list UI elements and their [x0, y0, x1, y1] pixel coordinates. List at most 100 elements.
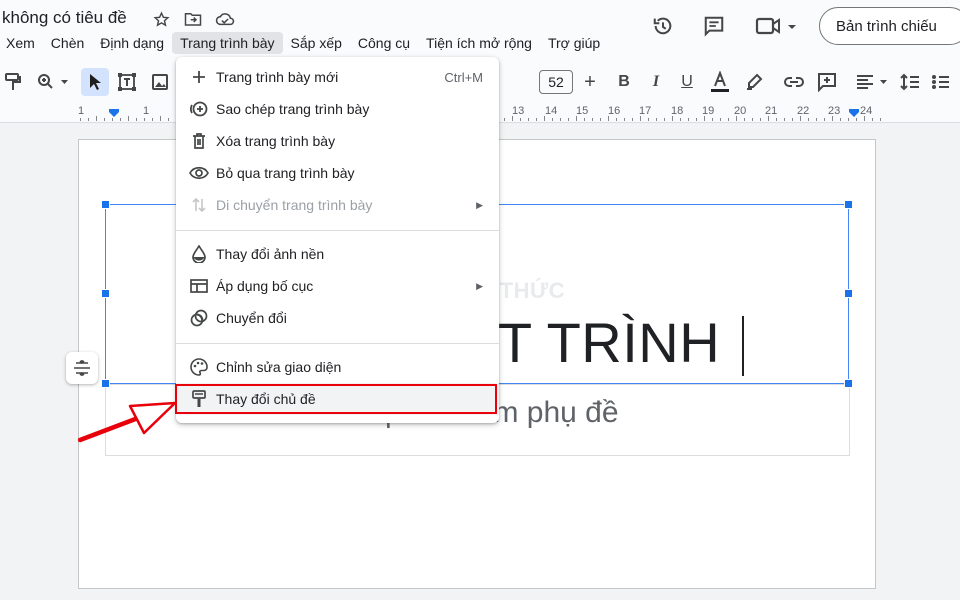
ruler-tick: [728, 118, 729, 121]
font-size-input[interactable]: 52: [539, 70, 573, 94]
ruler-label: 16: [608, 105, 621, 117]
ruler-tick: [816, 118, 817, 121]
ruler-tick: [528, 118, 529, 121]
ruler-tick: [592, 118, 593, 121]
text-box-icon[interactable]: [114, 68, 140, 96]
document-title[interactable]: không có tiêu đề: [2, 8, 127, 28]
menu-view[interactable]: Xem: [0, 32, 43, 54]
ruler-tick: [840, 118, 841, 121]
resize-handle[interactable]: [101, 200, 110, 209]
italic-icon[interactable]: I: [644, 68, 668, 96]
insert-image-icon[interactable]: [148, 68, 172, 96]
eye-icon: [189, 163, 209, 183]
paint-format-icon[interactable]: [2, 68, 24, 96]
ruler-tick: [576, 116, 577, 121]
menu-item-transition[interactable]: Chuyển đổi: [176, 302, 499, 334]
ruler-tick: [96, 116, 97, 121]
move-to-folder-icon[interactable]: [183, 9, 203, 29]
cloud-saved-icon: [215, 9, 235, 29]
menu-item-duplicate-slide[interactable]: Sao chép trang trình bày: [176, 93, 499, 125]
ruler-tick: [616, 118, 617, 121]
menu-item-apply-layout[interactable]: Áp dụng bố cục ▶: [176, 270, 499, 302]
menu-item-label: Sao chép trang trình bày: [216, 101, 370, 117]
move-arrows-icon: [189, 195, 209, 215]
zoom-icon[interactable]: [34, 68, 72, 96]
ruler-tick: [664, 118, 665, 121]
ruler-tick: [560, 118, 561, 121]
insert-link-icon[interactable]: [782, 68, 806, 96]
ruler-tick: [632, 118, 633, 121]
menubar: Xem Chèn Định dạng Trang trình bày Sắp x…: [0, 32, 608, 54]
ruler-tick: [128, 116, 129, 121]
ruler-tick: [680, 118, 681, 121]
ruler-tick: [688, 118, 689, 121]
select-pointer-icon[interactable]: [81, 68, 109, 96]
ruler-tick: [760, 118, 761, 121]
bold-icon[interactable]: B: [612, 68, 636, 96]
resize-handle[interactable]: [844, 379, 853, 388]
menu-item-label: Trang trình bày mới: [216, 69, 339, 85]
ruler-tick: [624, 118, 625, 121]
submenu-arrow-icon: ▶: [476, 280, 483, 291]
submenu-arrow-icon: ▶: [476, 199, 483, 210]
text-color-icon[interactable]: [708, 68, 732, 96]
ruler-tick: [88, 118, 89, 121]
resize-handle[interactable]: [844, 200, 853, 209]
ruler-tick: [672, 116, 673, 121]
underline-icon[interactable]: U: [675, 68, 699, 96]
menu-item-delete-slide[interactable]: Xóa trang trình bày: [176, 125, 499, 157]
menu-tools[interactable]: Công cụ: [350, 32, 418, 54]
ruler-tick: [136, 118, 137, 121]
menu-item-change-background[interactable]: Thay đổi ảnh nền: [176, 238, 499, 270]
menu-item-label: Xóa trang trình bày: [216, 133, 336, 149]
slideshow-button[interactable]: Bản trình chiếu: [819, 7, 960, 45]
menu-item-label: Thay đổi ảnh nền: [216, 246, 325, 262]
plus-icon: [189, 67, 209, 87]
ruler-tick: [640, 116, 641, 121]
menu-item-skip-slide[interactable]: Bỏ qua trang trình bày: [176, 157, 499, 189]
menu-item-shortcut: Ctrl+M: [444, 69, 483, 85]
menu-format[interactable]: Định dạng: [92, 32, 172, 54]
ruler-tick: [704, 116, 705, 121]
menu-slide[interactable]: Trang trình bày: [172, 32, 283, 54]
right-indent-marker-icon[interactable]: [848, 108, 860, 120]
highlight-color-icon[interactable]: [742, 68, 766, 96]
ruler-tick: [104, 118, 105, 121]
resize-handle[interactable]: [844, 289, 853, 298]
palette-icon: [189, 357, 209, 377]
ruler-tick: [736, 116, 737, 121]
menu-item-move-slide[interactable]: Di chuyển trang trình bày ▶: [176, 189, 499, 221]
meet-camera-icon[interactable]: [752, 10, 800, 42]
align-icon[interactable]: [852, 68, 892, 96]
bulleted-list-icon[interactable]: [929, 68, 959, 96]
indent-marker-icon[interactable]: [108, 108, 120, 120]
menu-help[interactable]: Trợ giúp: [540, 32, 608, 54]
layout-icon: [189, 276, 209, 296]
menu-insert[interactable]: Chèn: [43, 32, 92, 54]
ruler-tick: [864, 116, 865, 121]
ruler-tick: [120, 118, 121, 121]
menu-item-label: Áp dụng bố cục: [216, 278, 314, 294]
resize-handle[interactable]: [101, 379, 110, 388]
resize-handle[interactable]: [101, 289, 110, 298]
version-history-icon[interactable]: [647, 10, 679, 42]
menu-item-new-slide[interactable]: Trang trình bày mới Ctrl+M: [176, 61, 499, 93]
menu-item-edit-theme[interactable]: Chỉnh sửa giao diện: [176, 351, 499, 383]
ruler-tick: [776, 118, 777, 121]
ruler-tick: [712, 118, 713, 121]
menu-arrange[interactable]: Sắp xếp: [283, 32, 350, 54]
comments-icon[interactable]: [698, 10, 730, 42]
slide-title-text[interactable]: ẾT TRÌNH: [460, 310, 720, 375]
ruler-tick: [792, 118, 793, 121]
menu-divider: [176, 230, 499, 231]
add-comment-icon[interactable]: [815, 68, 839, 96]
vertical-align-icon[interactable]: [66, 352, 98, 384]
highlight-annotation-box: [175, 384, 497, 414]
ruler-tick: [504, 118, 505, 121]
line-spacing-icon[interactable]: [897, 68, 923, 96]
increase-font-size-icon[interactable]: +: [579, 68, 601, 96]
ruler-tick: [600, 118, 601, 121]
star-icon[interactable]: [151, 9, 171, 29]
menu-item-label: Bỏ qua trang trình bày: [216, 165, 355, 181]
menu-extensions[interactable]: Tiện ích mở rộng: [418, 32, 540, 54]
